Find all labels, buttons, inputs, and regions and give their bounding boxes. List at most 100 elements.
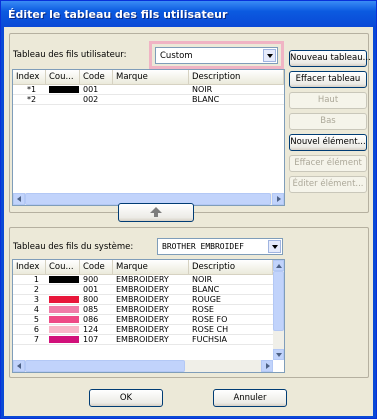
- new-element-button[interactable]: Nouvel élément...: [289, 134, 367, 151]
- row-description: ROSE CH: [192, 325, 229, 334]
- system-list-vscroll-thumb[interactable]: [273, 271, 284, 331]
- scroll-up-icon[interactable]: [273, 260, 284, 271]
- color-swatch: [49, 96, 79, 103]
- title-bar[interactable]: Éditer le tableau des fils utilisateur: [1, 1, 376, 27]
- user-list-header: Index Cou... Code Marque Description: [13, 70, 284, 85]
- table-row[interactable]: 2 001 EMBROIDERY BLANC: [13, 285, 284, 295]
- column-header-code[interactable]: Code: [80, 260, 113, 274]
- row-index: 1: [33, 275, 39, 284]
- table-row[interactable]: *2 002 BLANC: [13, 95, 284, 105]
- table-row[interactable]: 3 800 EMBROIDERY ROUGE: [13, 295, 284, 305]
- dialog-window: Éditer le tableau des fils utilisateur T…: [0, 0, 377, 419]
- row-brand: EMBROIDERY: [116, 305, 169, 314]
- row-index: *1: [27, 85, 37, 94]
- row-index: 4: [33, 305, 39, 314]
- row-index: 6: [33, 325, 39, 334]
- column-header-brand[interactable]: Marque: [113, 260, 189, 274]
- user-table-select-value: Custom: [160, 51, 193, 61]
- row-description: FUCHSIA: [192, 335, 227, 344]
- delete-element-button[interactable]: Effacer élément: [289, 155, 367, 172]
- row-index: 5: [33, 315, 39, 324]
- color-swatch: [49, 316, 79, 323]
- color-swatch: [49, 276, 79, 283]
- move-down-button[interactable]: Bas: [289, 113, 367, 130]
- color-swatch: [49, 326, 79, 333]
- system-table-label: Tableau des fils du système:: [13, 242, 134, 252]
- row-code: 085: [83, 305, 99, 314]
- system-thread-list[interactable]: Index Cou... Code Marque Descriptio 1 900…: [12, 259, 285, 373]
- color-swatch: [49, 336, 79, 343]
- row-index: 7: [33, 335, 39, 344]
- row-brand: [116, 95, 188, 104]
- table-row[interactable]: 5 086 EMBROIDERY ROSE FO: [13, 315, 284, 325]
- row-brand: EMBROIDERY: [116, 285, 169, 294]
- table-row[interactable]: 4 085 EMBROIDERY ROSE: [13, 305, 284, 315]
- column-header-code[interactable]: Code: [80, 70, 113, 84]
- user-table-label: Tableau des fils utilisateur:: [13, 50, 127, 60]
- row-brand: EMBROIDERY: [116, 295, 169, 304]
- column-header-description[interactable]: Description: [189, 70, 284, 84]
- row-description: NOIR: [192, 85, 213, 94]
- table-row[interactable]: 7 107 EMBROIDERY FUCHSIA: [13, 335, 284, 345]
- chevron-down-icon[interactable]: [268, 240, 281, 253]
- row-brand: EMBROIDERY: [116, 275, 169, 284]
- column-header-index[interactable]: Index: [13, 70, 46, 84]
- scroll-down-icon[interactable]: [273, 349, 284, 360]
- column-header-brand[interactable]: Marque: [113, 70, 189, 84]
- row-code: 002: [83, 95, 99, 104]
- window-title: Éditer le tableau des fils utilisateur: [8, 8, 228, 21]
- row-brand: EMBROIDERY: [116, 315, 169, 324]
- table-row[interactable]: 6 124 EMBROIDERY ROSE CH: [13, 325, 284, 335]
- table-row[interactable]: 1 900 EMBROIDERY NOIR: [13, 275, 284, 285]
- arrow-up-icon: [150, 207, 162, 217]
- cancel-button[interactable]: Annuler: [213, 389, 287, 407]
- system-table-select-value: BROTHER EMBROIDEF: [162, 242, 244, 251]
- system-list-vscrollbar[interactable]: [273, 260, 284, 360]
- system-table-select[interactable]: BROTHER EMBROIDEF: [157, 238, 283, 255]
- row-code: 086: [83, 315, 99, 324]
- user-thread-list[interactable]: Index Cou... Code Marque Description *1 0…: [12, 69, 285, 206]
- column-header-color[interactable]: Cou...: [46, 260, 80, 274]
- row-code: 107: [83, 335, 99, 344]
- system-list-scroll-thumb[interactable]: [25, 360, 185, 372]
- edit-element-button[interactable]: Éditer élément...: [289, 176, 367, 193]
- chevron-down-icon[interactable]: [263, 49, 276, 62]
- ok-button[interactable]: OK: [89, 389, 163, 407]
- table-row[interactable]: *1 001 NOIR: [13, 85, 284, 95]
- scroll-right-icon[interactable]: [272, 193, 284, 205]
- new-table-button[interactable]: Nouveau tableau...: [289, 50, 371, 67]
- row-description: ROUGE: [192, 295, 221, 304]
- column-header-color[interactable]: Cou...: [46, 70, 80, 84]
- row-description: BLANC: [192, 285, 220, 294]
- user-table-select[interactable]: Custom: [155, 47, 278, 64]
- row-code: 001: [83, 85, 99, 94]
- color-swatch: [49, 86, 79, 93]
- move-up-button[interactable]: Haut: [289, 92, 367, 109]
- row-code: 124: [83, 325, 99, 334]
- row-code: 800: [83, 295, 99, 304]
- row-index: *2: [27, 95, 37, 104]
- scroll-left-icon[interactable]: [13, 360, 25, 372]
- column-header-description[interactable]: Descriptio: [189, 260, 273, 274]
- row-description: NOIR: [192, 275, 213, 284]
- row-index: 3: [33, 295, 39, 304]
- row-description: ROSE FO: [192, 315, 228, 324]
- color-swatch: [49, 296, 79, 303]
- scroll-right-icon[interactable]: [261, 360, 273, 372]
- scroll-left-icon[interactable]: [13, 193, 25, 205]
- row-description: ROSE: [192, 305, 214, 314]
- color-swatch: [49, 306, 79, 313]
- row-brand: EMBROIDERY: [116, 335, 169, 344]
- row-brand: EMBROIDERY: [116, 325, 169, 334]
- column-header-index[interactable]: Index: [13, 260, 46, 274]
- system-list-hscrollbar[interactable]: [13, 360, 273, 372]
- row-brand: [116, 85, 188, 94]
- system-list-header: Index Cou... Code Marque Descriptio: [13, 260, 273, 275]
- row-description: BLANC: [192, 95, 220, 104]
- add-to-user-table-button[interactable]: [118, 203, 194, 222]
- row-index: 2: [33, 285, 39, 294]
- dialog-client-area: Tableau des fils utilisateur: Custom Ind…: [4, 27, 373, 416]
- row-code: 001: [83, 285, 99, 294]
- color-swatch: [49, 286, 79, 293]
- delete-table-button[interactable]: Effacer tableau: [289, 71, 367, 88]
